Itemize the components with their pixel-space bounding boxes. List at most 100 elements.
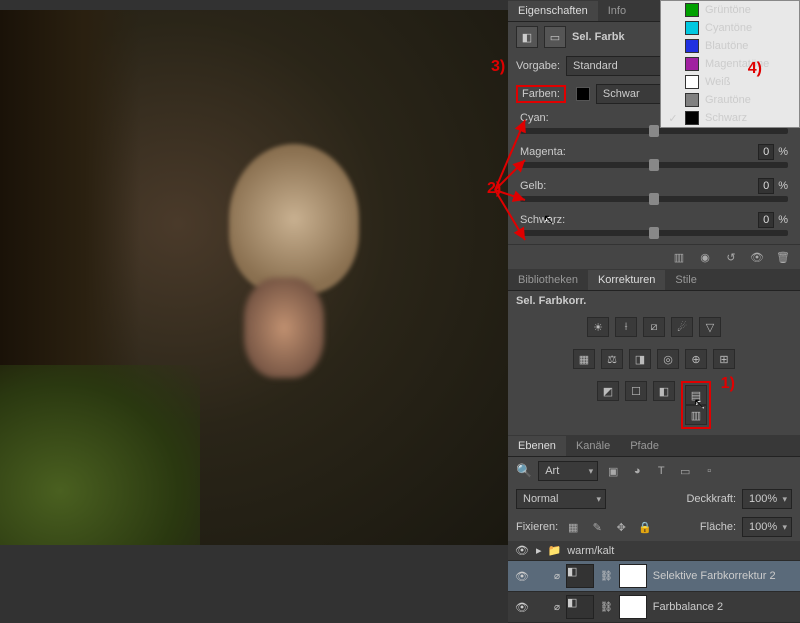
visibility-icon[interactable]: 👁 [514,544,530,557]
annotation-4: 4) [748,60,762,78]
mask-thumb[interactable] [619,595,647,619]
search-icon[interactable]: 🔍 [516,463,532,479]
adj-invert-icon[interactable]: ◩ [597,381,619,401]
mask-icon[interactable]: ▭ [544,26,566,48]
color-menu-label: Blautöne [705,40,748,52]
layer-group[interactable]: 👁 ▸ 📁 warm/kalt [508,541,800,561]
fill-input[interactable]: 100% [742,517,792,537]
filter-type-icon[interactable]: ▣ [604,463,622,479]
slider-thumb[interactable] [649,193,659,205]
layer-row[interactable]: 👁 ⌀ ◧ ⛓ Selektive Farbkorrektur 2 [508,561,800,592]
slider-thumb[interactable] [649,227,659,239]
adjustments-tabrow: Bibliotheken Korrekturen Stile [508,269,800,291]
visibility-icon[interactable]: 👁 [748,249,766,265]
visibility-icon[interactable]: 👁 [514,601,530,614]
image-decor [0,365,200,545]
slider-track[interactable] [520,196,788,202]
colors-menu: Grüntöne Cyantöne Blautöne Magentatöne W… [660,0,800,128]
adj-bw-icon[interactable]: ◨ [629,349,651,369]
folder-icon: 📁 [548,544,562,557]
layers-tabrow: Ebenen Kanäle Pfade [508,435,800,457]
color-swatch-icon [576,87,590,101]
adj-curves-icon[interactable]: ⧄ [643,317,665,337]
color-menu-item[interactable]: ✓ Schwarz [661,109,799,127]
color-menu-item[interactable]: Grautöne [661,91,799,109]
slider-value-input[interactable]: 0 [758,212,774,228]
adjustment-thumb-icon[interactable]: ◧ [566,564,594,588]
opacity-input[interactable]: 100% [742,489,792,509]
check-icon: ✓ [667,112,679,125]
color-swatch-icon [685,39,699,53]
color-menu-item[interactable]: Blautöne [661,37,799,55]
layer-name[interactable]: Selektive Farbkorrektur 2 [653,570,776,582]
adj-levels-icon[interactable]: ⟊ [615,317,637,337]
filter-type-icon[interactable]: ◕ [628,463,646,479]
chain-icon[interactable]: ⛓ [600,602,613,613]
color-menu-item[interactable]: Weiß [661,73,799,91]
chevron-right-icon[interactable]: ▸ [536,544,542,557]
slider-thumb[interactable] [649,159,659,171]
layer-row[interactable]: 👁 ⌀ ◧ ⛓ Farbbalance 2 [508,592,800,623]
slider-value-input[interactable]: 0 [758,144,774,160]
chain-icon[interactable]: ⛓ [600,571,613,582]
adj-brightness-icon[interactable]: ☀ [587,317,609,337]
panel-title: Sel. Farbk [572,31,625,43]
properties-footer: ▥ ◉ ↺ 👁 🗑 [508,244,800,269]
lock-all-icon[interactable]: 🔒 [636,519,654,535]
slider-thumb[interactable] [649,125,659,137]
adjustment-thumb-icon[interactable]: ◧ [566,595,594,619]
adj-photo-filter-icon[interactable]: ◎ [657,349,679,369]
clip-icon[interactable]: ▥ [670,249,688,265]
annotation-arrows [475,100,535,260]
lock-paint-icon[interactable]: ✎ [588,519,606,535]
opacity-label: Deckkraft: [686,493,736,505]
tab-stile[interactable]: Stile [665,270,706,290]
tab-korrekturen[interactable]: Korrekturen [588,270,665,290]
tab-ebenen[interactable]: Ebenen [508,436,566,456]
filter-dropdown[interactable]: Art [538,461,598,481]
adj-posterize-icon[interactable]: ☐ [625,381,647,401]
preset-label: Vorgabe: [516,60,560,72]
filter-type-icon[interactable]: ▭ [676,463,694,479]
tab-pfade[interactable]: Pfade [620,436,669,456]
tab-properties[interactable]: Eigenschaften [508,1,598,21]
tab-bibliotheken[interactable]: Bibliotheken [508,270,588,290]
adj-hue-icon[interactable]: ▦ [573,349,595,369]
cursor-icon: ↖ [543,211,555,228]
layer-name[interactable]: warm/kalt [567,545,614,557]
percent-label: % [778,180,788,192]
link-icon[interactable]: ⌀ [554,571,560,582]
adj-exposure-icon[interactable]: ☄ [671,317,693,337]
layer-list: 👁 ▸ 📁 warm/kalt 👁 ⌀ ◧ ⛓ Selektive Farbko… [508,541,800,623]
tab-info[interactable]: Info [598,1,636,21]
blend-mode-dropdown[interactable]: Normal [516,489,606,509]
layer-name[interactable]: Farbbalance 2 [653,601,723,613]
color-swatch-icon [685,21,699,35]
tab-kanale[interactable]: Kanäle [566,436,620,456]
adj-channel-mixer-icon[interactable]: ⊕ [685,349,707,369]
view-previous-icon[interactable]: ◉ [696,249,714,265]
adj-balance-icon[interactable]: ⚖ [601,349,623,369]
delete-icon[interactable]: 🗑 [774,249,792,265]
reset-icon[interactable]: ↺ [722,249,740,265]
annotation-3: 3) [491,58,505,76]
lock-pixels-icon[interactable]: ▦ [564,519,582,535]
color-menu-item[interactable]: Grüntöne [661,1,799,19]
adj-vibrance-icon[interactable]: ▽ [699,317,721,337]
adj-threshold-icon[interactable]: ◧ [653,381,675,401]
color-swatch-icon [685,75,699,89]
slider-value-input[interactable]: 0 [758,178,774,194]
mask-thumb[interactable] [619,564,647,588]
color-swatch-icon [685,57,699,71]
link-icon[interactable]: ⌀ [554,602,560,613]
slider-track[interactable] [520,128,788,134]
adj-lookup-icon[interactable]: ⊞ [713,349,735,369]
color-menu-item[interactable]: Cyantöne [661,19,799,37]
lock-move-icon[interactable]: ✥ [612,519,630,535]
slider-track[interactable] [520,162,788,168]
filter-type-icon[interactable]: ▫ [700,463,718,479]
slider-track[interactable] [520,230,788,236]
filter-type-icon[interactable]: T [652,463,670,479]
color-menu-item[interactable]: Magentatöne [661,55,799,73]
visibility-icon[interactable]: 👁 [514,570,530,583]
